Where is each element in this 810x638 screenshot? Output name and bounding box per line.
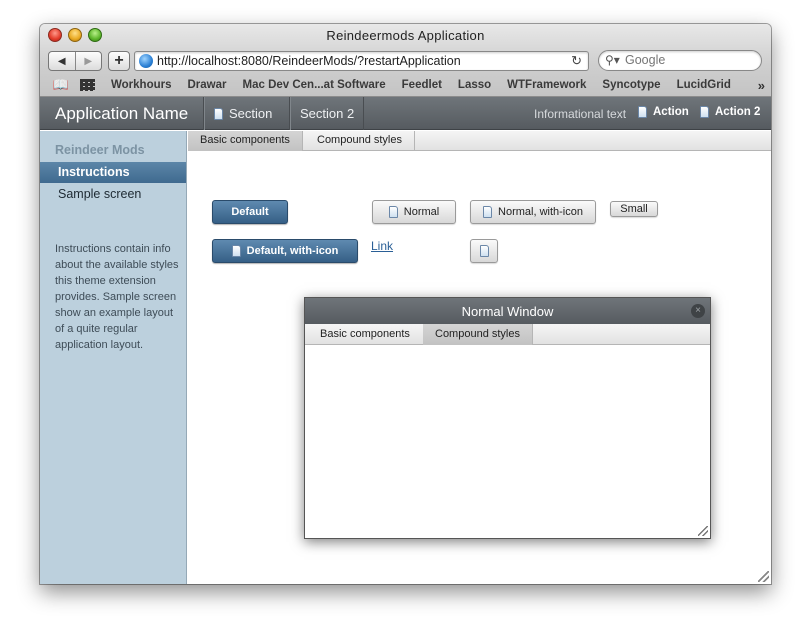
reload-icon[interactable]: ↻ [571,53,582,69]
app-header: Application Name Section Section 2 Infor… [40,97,771,130]
forward-button[interactable]: ▶ [74,52,102,70]
sidebar-item-sample-screen[interactable]: Sample screen [40,184,186,205]
bookmark-item[interactable]: WTFramework [507,79,586,91]
header-tab-label: Section 2 [300,106,355,121]
browser-resize-handle[interactable] [758,571,769,582]
header-tab-section-2[interactable]: Section 2 [289,97,364,130]
more-bookmarks-icon[interactable]: » [758,78,765,93]
browser-chrome: Reindeermods Application ◀ ▶ + http://lo… [40,24,771,97]
add-bookmark-button[interactable]: + [108,51,130,71]
button-label: Normal [403,206,440,218]
normal-button[interactable]: Normal [372,200,456,224]
informational-text: Informational text [534,107,627,121]
button-label: Default, with-icon [246,245,339,257]
bookmark-item[interactable]: Feedlet [402,79,442,91]
search-input[interactable] [625,53,755,67]
link[interactable]: Link [371,239,393,253]
bookmark-item[interactable]: Lasso [458,79,491,91]
history-buttons: ◀ ▶ [48,51,102,71]
normal-window: Normal Window × Basic components Compoun… [304,297,711,539]
window-title: Reindeermods Application [326,28,485,43]
window-title: Normal Window [461,304,554,319]
sidebar-title: Reindeer Mods [55,143,145,157]
tab-basic-components[interactable]: Basic components [305,324,426,345]
top-sites-icon[interactable] [80,79,95,91]
window-resize-handle[interactable] [698,526,708,536]
sidebar-description: Instructions contain info about the avai… [55,243,179,351]
search-icon[interactable]: ⚲▾ [605,53,620,67]
bookmark-item[interactable]: LucidGrid [677,79,731,91]
title-bar: Reindeermods Application [40,24,771,46]
bookmark-item[interactable]: Mac Dev Cen...at Software [243,79,386,91]
button-label: Normal, with-icon [498,206,583,218]
default-button[interactable]: Default [212,200,288,224]
close-icon[interactable]: × [691,304,705,318]
sidebar-item-instructions[interactable]: Instructions [40,162,186,183]
header-tab-label: Section [229,106,273,121]
document-icon [483,206,493,218]
icon-only-button[interactable] [470,239,498,263]
app-name: Application Name [55,104,189,123]
url-text[interactable]: http://localhost:8080/ReindeerMods/?rest… [157,54,461,68]
address-bar[interactable]: http://localhost:8080/ReindeerMods/?rest… [134,51,589,71]
action-label: Action 2 [715,106,761,118]
sidebar: Reindeer Mods Instructions Sample screen… [40,131,187,584]
action-2-button[interactable]: Action 2 [700,106,760,118]
window-tab-bar: Basic components Compound styles [305,324,710,345]
document-icon [479,245,489,257]
normal-with-icon-button[interactable]: Normal, with-icon [470,200,596,224]
bookmark-item[interactable]: Drawar [188,79,227,91]
globe-icon [139,54,153,68]
header-tab-section[interactable]: Section [203,97,289,130]
browser-window: Reindeermods Application ◀ ▶ + http://lo… [40,24,771,584]
default-with-icon-button[interactable]: Default, with-icon [212,239,358,263]
main-tab-bar: Basic components Compound styles [188,131,771,151]
tab-basic-components[interactable]: Basic components [188,131,303,151]
small-button[interactable]: Small [610,201,658,217]
document-icon [700,106,709,118]
document-icon [388,206,398,218]
bookmarks-bar: 📖 Workhours Drawar Mac Dev Cen...at Soft… [40,75,771,95]
tab-compound-styles[interactable]: Compound styles [423,324,533,345]
document-icon [638,106,647,118]
book-icon[interactable]: 📖 [52,77,70,93]
tab-compound-styles[interactable]: Compound styles [305,131,415,151]
action-button[interactable]: Action [638,106,689,118]
bookmark-item[interactable]: Syncotype [602,79,660,91]
bookmark-item[interactable]: Workhours [111,79,172,91]
window-header[interactable]: Normal Window × [305,298,710,324]
search-field[interactable]: ⚲▾ [598,50,762,71]
document-icon [214,107,223,120]
back-button[interactable]: ◀ [49,52,75,70]
action-label: Action [653,106,689,118]
document-icon [231,245,241,257]
